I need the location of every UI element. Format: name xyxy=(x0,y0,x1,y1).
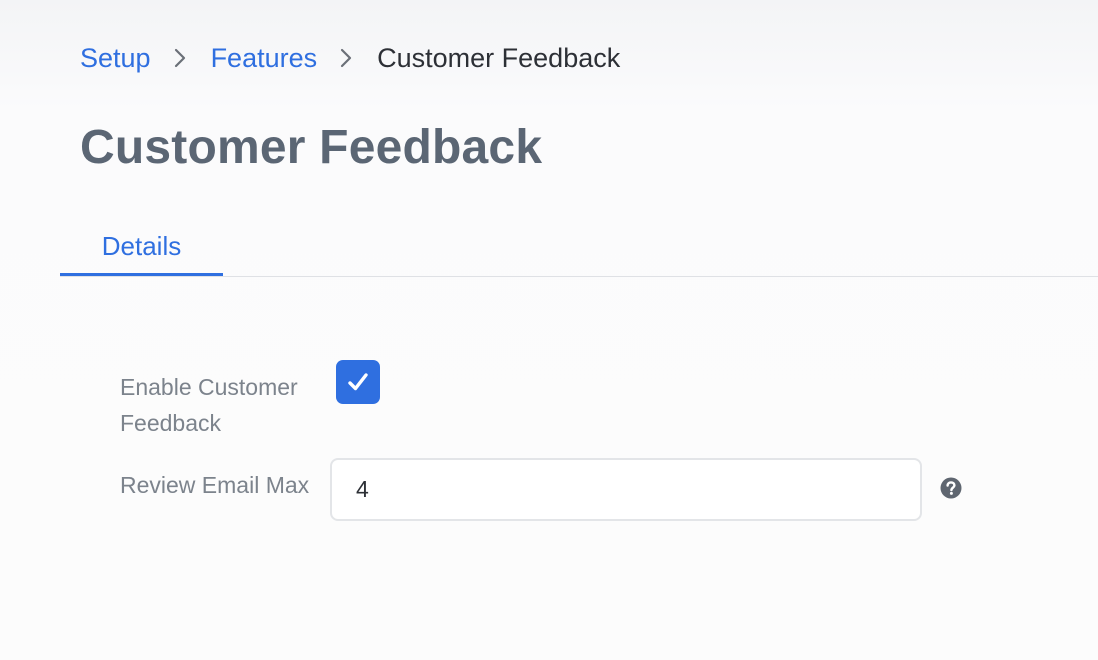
page-title: Customer Feedback xyxy=(80,121,543,174)
review-email-max-label: Review Email Max xyxy=(120,472,310,498)
question-circle-icon[interactable] xyxy=(940,477,962,499)
breadcrumb: Setup Features Customer Feedback xyxy=(80,38,620,78)
chevron-right-icon xyxy=(335,48,357,68)
tab-details[interactable]: Details xyxy=(60,220,223,276)
breadcrumb-link-setup[interactable]: Setup xyxy=(80,43,151,74)
breadcrumb-current: Customer Feedback xyxy=(377,42,621,73)
tab-bar: Details xyxy=(60,220,1098,277)
review-email-max-input[interactable] xyxy=(330,458,922,521)
breadcrumb-link-features[interactable]: Features xyxy=(211,43,318,74)
checkmark-icon xyxy=(348,373,368,391)
enable-customer-feedback-label: Enable Customer Feedback xyxy=(120,374,298,436)
chevron-right-icon xyxy=(169,48,191,68)
enable-customer-feedback-checkbox[interactable] xyxy=(336,360,380,404)
